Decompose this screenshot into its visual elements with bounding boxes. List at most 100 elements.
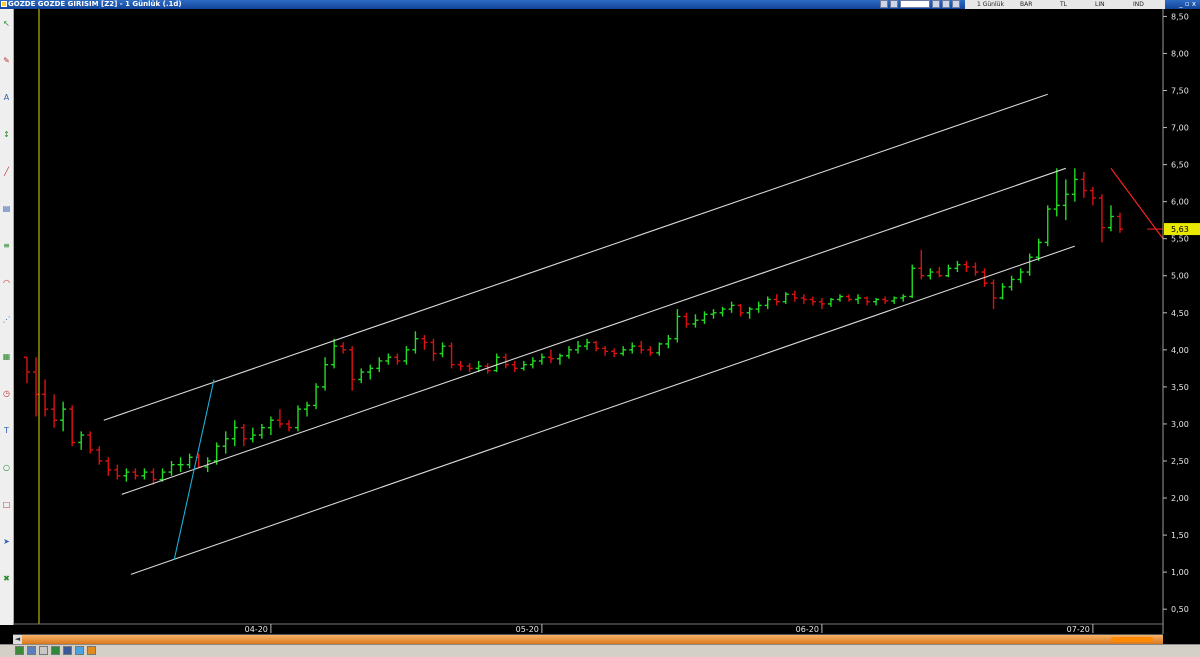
arrow-icon[interactable]: ↖ <box>2 19 11 28</box>
ohlc-bar <box>1071 168 1078 202</box>
ohlc-bar <box>114 464 121 480</box>
ohlc-bar <box>367 364 374 380</box>
channel-upper <box>103 93 1048 421</box>
ohlc-bar <box>864 296 871 306</box>
folder-icon[interactable] <box>890 0 898 8</box>
ohlc-bar <box>69 405 76 447</box>
channel-middle <box>121 167 1066 495</box>
ohlc-bar <box>349 346 356 391</box>
trendline-icon[interactable]: ╱ <box>2 167 11 176</box>
y-tick-label: 7,50 <box>1171 87 1189 96</box>
ohlc-bar <box>909 264 916 298</box>
settings-icon[interactable] <box>942 0 950 8</box>
ohlc-bar <box>575 340 582 354</box>
chart-icon[interactable] <box>880 0 888 8</box>
cycle-icon[interactable]: ◷ <box>2 389 11 398</box>
app-icon <box>1 1 7 7</box>
ohlc-bar <box>33 357 40 417</box>
template-icon[interactable] <box>27 646 36 655</box>
ohlc-bar <box>620 346 627 356</box>
zoom-icon[interactable] <box>932 0 940 8</box>
title-bar: GOZDE GOZDE GIRISIM [Z2] - 1 Günlük (.1d… <box>0 0 1200 9</box>
scale-selector[interactable]: LIN <box>1095 0 1105 9</box>
channel-icon[interactable]: ▤ <box>2 204 11 213</box>
indicator-selector[interactable]: IND <box>1133 0 1144 9</box>
new-chart-icon[interactable] <box>15 646 24 655</box>
gann-icon[interactable]: ▦ <box>2 352 11 361</box>
rectangle-icon[interactable]: □ <box>2 500 11 509</box>
ohlc-bar <box>1117 212 1123 233</box>
ohlc-bar <box>186 453 193 469</box>
ohlc-bar <box>285 420 292 432</box>
y-tick-label: 3,00 <box>1171 420 1189 429</box>
vertical-line-icon[interactable]: ↕ <box>2 130 11 139</box>
currency-selector[interactable]: TL <box>1060 0 1067 9</box>
x-tick-label: 06-20 <box>796 625 819 634</box>
facebook-icon[interactable] <box>63 646 72 655</box>
y-tick-label: 8,50 <box>1171 12 1189 21</box>
text-icon[interactable]: T <box>2 426 11 435</box>
ohlc-bar <box>936 266 943 278</box>
ohlc-bar <box>1107 205 1114 232</box>
arrow-shape-icon[interactable]: ➤ <box>2 537 11 546</box>
pencil-icon[interactable]: ✎ <box>2 56 11 65</box>
toolbar-icons <box>880 0 960 9</box>
ohlc-bar <box>457 360 464 371</box>
ohlc-bar <box>520 360 527 371</box>
ohlc-bar <box>954 260 961 273</box>
ohlc-bar <box>24 356 30 384</box>
share-icon[interactable] <box>87 646 96 655</box>
ohlc-bar <box>240 423 247 447</box>
fan-icon[interactable]: ⋰ <box>2 315 11 324</box>
ohlc-bar <box>168 460 175 476</box>
ohlc-bar <box>710 309 717 319</box>
fibonacci-icon[interactable]: ≡ <box>2 241 11 250</box>
ohlc-bar <box>556 353 563 365</box>
ohlc-bar <box>78 431 85 450</box>
print-icon[interactable] <box>39 646 48 655</box>
window-title: GOZDE GOZDE GIRISIM [Z2] - 1 Günlük (.1d… <box>8 0 182 8</box>
ohlc-bar <box>773 294 780 306</box>
ohlc-bar <box>123 468 130 482</box>
ohlc-bar <box>511 360 518 373</box>
ohlc-bar <box>304 401 311 417</box>
twitter-icon[interactable] <box>75 646 84 655</box>
period-selector[interactable]: 1 Günlük <box>977 0 1004 9</box>
ohlc-bar <box>105 457 112 476</box>
ohlc-bar <box>177 457 184 473</box>
ohlc-bar <box>322 357 329 391</box>
x-tick-label: 07-20 <box>1067 625 1090 634</box>
scroll-thumb[interactable] <box>1111 637 1153 642</box>
ohlc-bar <box>331 338 338 369</box>
ohlc-bar <box>638 340 645 354</box>
text-at-icon[interactable]: A <box>2 93 11 102</box>
arc-icon[interactable]: ◠ <box>2 278 11 287</box>
ohlc-bar <box>141 468 148 480</box>
chart-type-selector[interactable]: BAR <box>1020 0 1032 9</box>
excel-icon[interactable] <box>51 646 60 655</box>
ohlc-bar <box>791 290 798 302</box>
ohlc-bar <box>1026 253 1033 276</box>
y-tick-label: 0,50 <box>1171 605 1189 614</box>
ohlc-bar <box>1008 275 1015 291</box>
ohlc-bar <box>493 353 500 373</box>
scroll-left-button[interactable]: ◄ <box>13 635 22 644</box>
ohlc-bar <box>294 405 301 432</box>
price-chart[interactable]: 0,50 1,00 1,50 2,00 2,50 3,00 3,50 4,00 4,50 5,00… <box>13 9 1200 634</box>
ohlc-bar <box>611 348 618 358</box>
window-buttons[interactable]: _ ▫ x <box>1179 0 1196 9</box>
ohlc-bar <box>683 312 690 328</box>
y-tick-label: 8,00 <box>1171 49 1189 58</box>
ohlc-bar <box>1080 172 1087 198</box>
ohlc-bar <box>846 294 853 302</box>
ohlc-bar <box>60 401 67 432</box>
time-scrollbar[interactable]: ◄ <box>13 634 1163 644</box>
indicator-icon[interactable] <box>952 0 960 8</box>
y-tick-label: 6,00 <box>1171 198 1189 207</box>
chart-options: 1 Günlük BAR TL LIN IND <box>965 0 1165 9</box>
ellipse-icon[interactable]: ○ <box>2 463 11 472</box>
ohlc-bar <box>439 342 446 358</box>
ohlc-bar <box>656 342 663 356</box>
delete-icon[interactable]: ✖ <box>2 574 11 583</box>
ohlc-bar <box>990 279 997 310</box>
